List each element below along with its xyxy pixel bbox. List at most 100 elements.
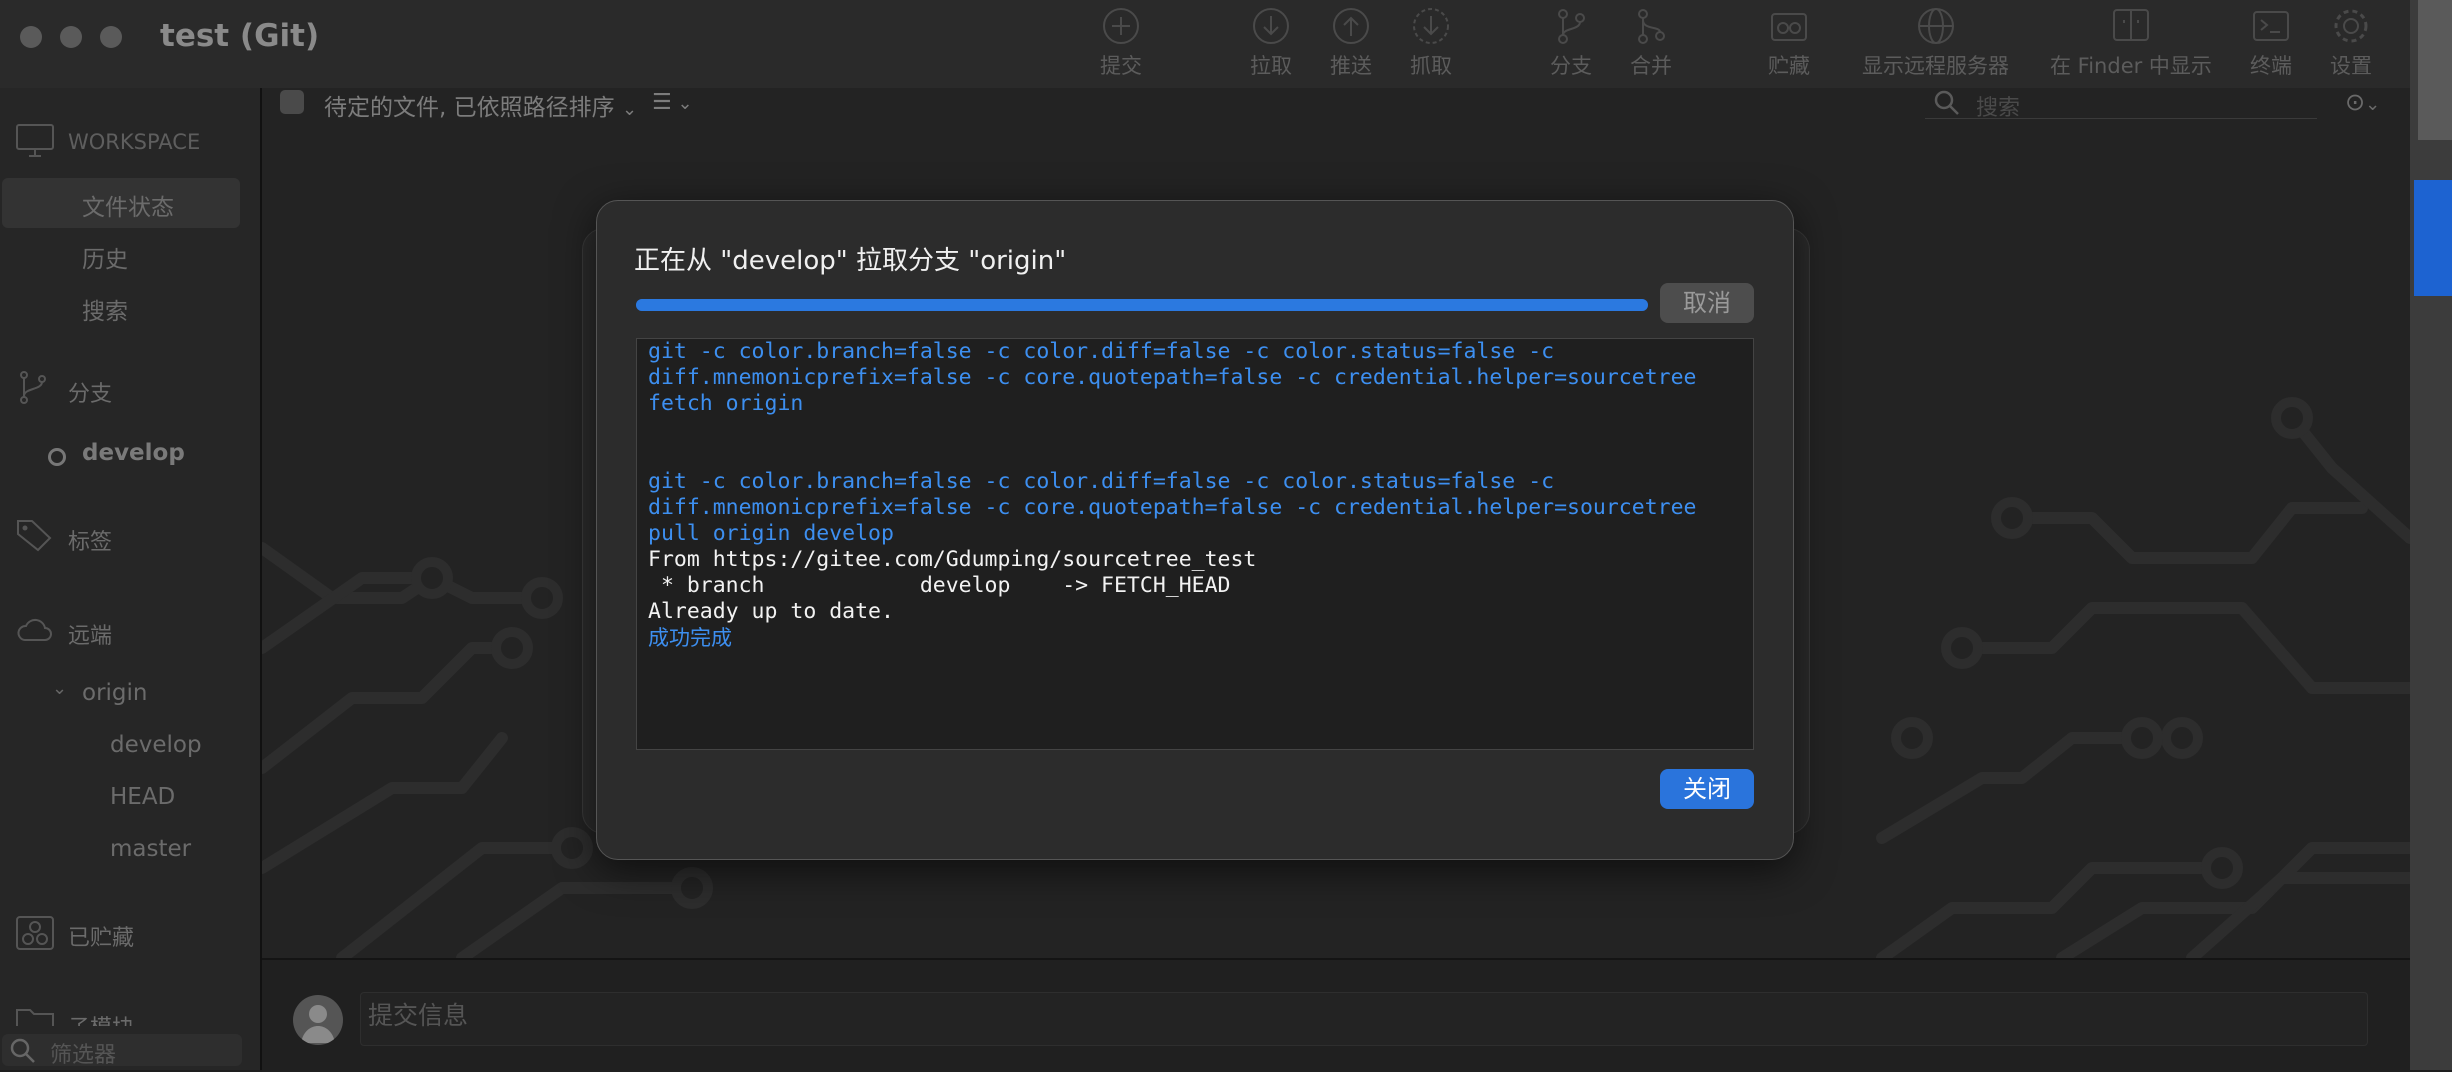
pending-files-sort-dropdown[interactable]: 待定的文件, 已依照路径排序 ⌄ [324,88,637,122]
sidebar-filter-placeholder: 筛选器 [50,1043,117,1068]
show-remote-button[interactable]: 显示远程服务器 [1862,6,2009,80]
background-window-accent [2414,180,2452,296]
sidebar-branch-develop[interactable]: develop [82,440,185,466]
commit-button[interactable]: 提交 [1100,6,1142,80]
arrow-up-circle-icon [1333,8,1369,44]
push-label: 推送 [1330,54,1372,78]
avatar [293,995,343,1045]
stashes-header[interactable]: 已贮藏 [68,920,134,952]
log-line: fetch origin [648,391,804,416]
show-in-finder-label: 在 Finder 中显示 [2050,54,2212,78]
finder-icon [2112,9,2149,41]
sidebar-remote-branch-master[interactable]: master [110,836,191,862]
monitor-icon [16,124,54,157]
plus-circle-icon [1103,8,1139,44]
commit-label: 提交 [1100,54,1142,78]
list-icon: ☰ [652,90,672,115]
merge-button[interactable]: 合并 [1630,6,1672,80]
log-line: git -c color.branch=false -c color.diff=… [648,469,1555,494]
title-bar [0,0,2410,89]
fetch-button[interactable]: 抓取 [1410,6,1452,80]
tag-icon [17,520,52,552]
log-line: * branch develop -> FETCH_HEAD [648,573,1231,598]
branch-button[interactable]: 分支 [1550,6,1592,80]
show-remote-label: 显示远程服务器 [1862,54,2009,78]
log-line: From https://gitee.com/Gdumping/sourcetr… [648,547,1257,572]
file-search-placeholder: 搜索 [1976,96,2021,121]
fetch-label: 抓取 [1410,54,1452,78]
background-window-strip [2410,0,2452,1070]
log-blank-line [648,443,1746,469]
arrow-down-circle-icon [1253,8,1289,44]
stash-icon [16,916,54,950]
show-in-finder-button[interactable]: 在 Finder 中显示 [2050,6,2212,80]
command-log: git -c color.branch=false -c color.diff=… [648,339,1746,651]
terminal-icon [2253,11,2289,41]
merge-label: 合并 [1630,54,1672,78]
workspace-header: WORKSPACE [68,130,201,154]
log-line: git -c color.branch=false -c color.diff=… [648,339,1555,364]
submodules-row[interactable]: 子模块 [0,1004,260,1026]
stash-icon [1771,13,1807,41]
log-line: pull origin develop [648,521,894,546]
push-button[interactable]: 推送 [1330,6,1372,80]
progress-bar-fill [636,299,1648,311]
stash-button[interactable]: 贮藏 [1768,6,1810,80]
dialog-title: 正在从 "develop" 拉取分支 "origin" [634,246,1067,276]
tags-header[interactable]: 标签 [68,524,112,556]
cancel-button[interactable]: 取消 [1660,283,1754,323]
minimize-window-button[interactable] [60,26,82,48]
pull-button[interactable]: 拉取 [1250,6,1292,80]
settings-button[interactable]: 设置 [2330,6,2372,80]
sidebar-remote-branch-develop[interactable]: develop [110,732,202,758]
chevron-down-icon[interactable]: ⌄ [52,678,67,699]
pending-files-label: 待定的文件, 已依照路径排序 [324,95,615,121]
cloud-icon [17,618,52,641]
close-button[interactable]: 关闭 [1660,769,1754,809]
terminal-button[interactable]: 终端 [2250,6,2292,80]
log-line: diff.mnemonicprefix=false -c core.quotep… [648,495,1697,520]
commit-message-input[interactable] [360,992,2368,1046]
sidebar-item-history[interactable]: 历史 [82,240,128,274]
submodules-header: 子模块 [68,1010,134,1026]
log-line: diff.mnemonicprefix=false -c core.quotep… [648,365,1697,390]
gear-icon [2334,9,2368,43]
view-options-dropdown[interactable]: ☰ ⌄ [652,90,693,115]
search-icon [10,1038,35,1063]
zoom-window-button[interactable] [100,26,122,48]
chevron-down-icon: ⌄ [671,93,693,114]
more-options-button[interactable]: ⊙⌄ [2345,88,2380,116]
branches-header[interactable]: 分支 [68,376,112,408]
stash-label: 贮藏 [1768,54,1810,78]
chevron-down-icon: ⌄ [621,99,638,120]
terminal-label: 终端 [2250,54,2292,78]
sidebar-filter-input[interactable] [2,1034,242,1066]
sidebar-item-search[interactable]: 搜索 [82,292,128,326]
settings-label: 设置 [2330,54,2372,78]
pull-label: 拉取 [1250,54,1292,78]
log-status-line: 成功完成 [648,626,732,650]
select-all-checkbox[interactable] [280,90,304,114]
folder-icon [16,1009,54,1026]
sidebar-item-file-status[interactable]: 文件状态 [82,188,174,222]
sidebar-remote-branch-head[interactable]: HEAD [110,784,175,810]
merge-icon [1638,9,1665,44]
remotes-header[interactable]: 远端 [68,618,112,650]
log-line: Already up to date. [648,599,894,624]
commit-message-placeholder: 提交信息 [368,1001,469,1030]
background-window-thumbnail [2418,0,2452,140]
chevron-down-icon: ⌄ [2365,94,2381,115]
person-icon [301,1005,335,1043]
search-icon [1934,90,1959,115]
window-title: test (Git) [160,18,320,54]
close-window-button[interactable] [20,26,42,48]
branch-label: 分支 [1550,54,1592,78]
fetch-icon [1413,8,1449,44]
log-blank-line [648,417,1746,443]
sidebar-remote-origin[interactable]: origin [82,680,148,706]
globe-icon [1917,8,1954,44]
current-branch-indicator [48,448,66,466]
branch-icon [20,371,46,404]
branch-icon [1558,9,1585,44]
ellipsis-circle-icon: ⊙ [2345,88,2366,116]
